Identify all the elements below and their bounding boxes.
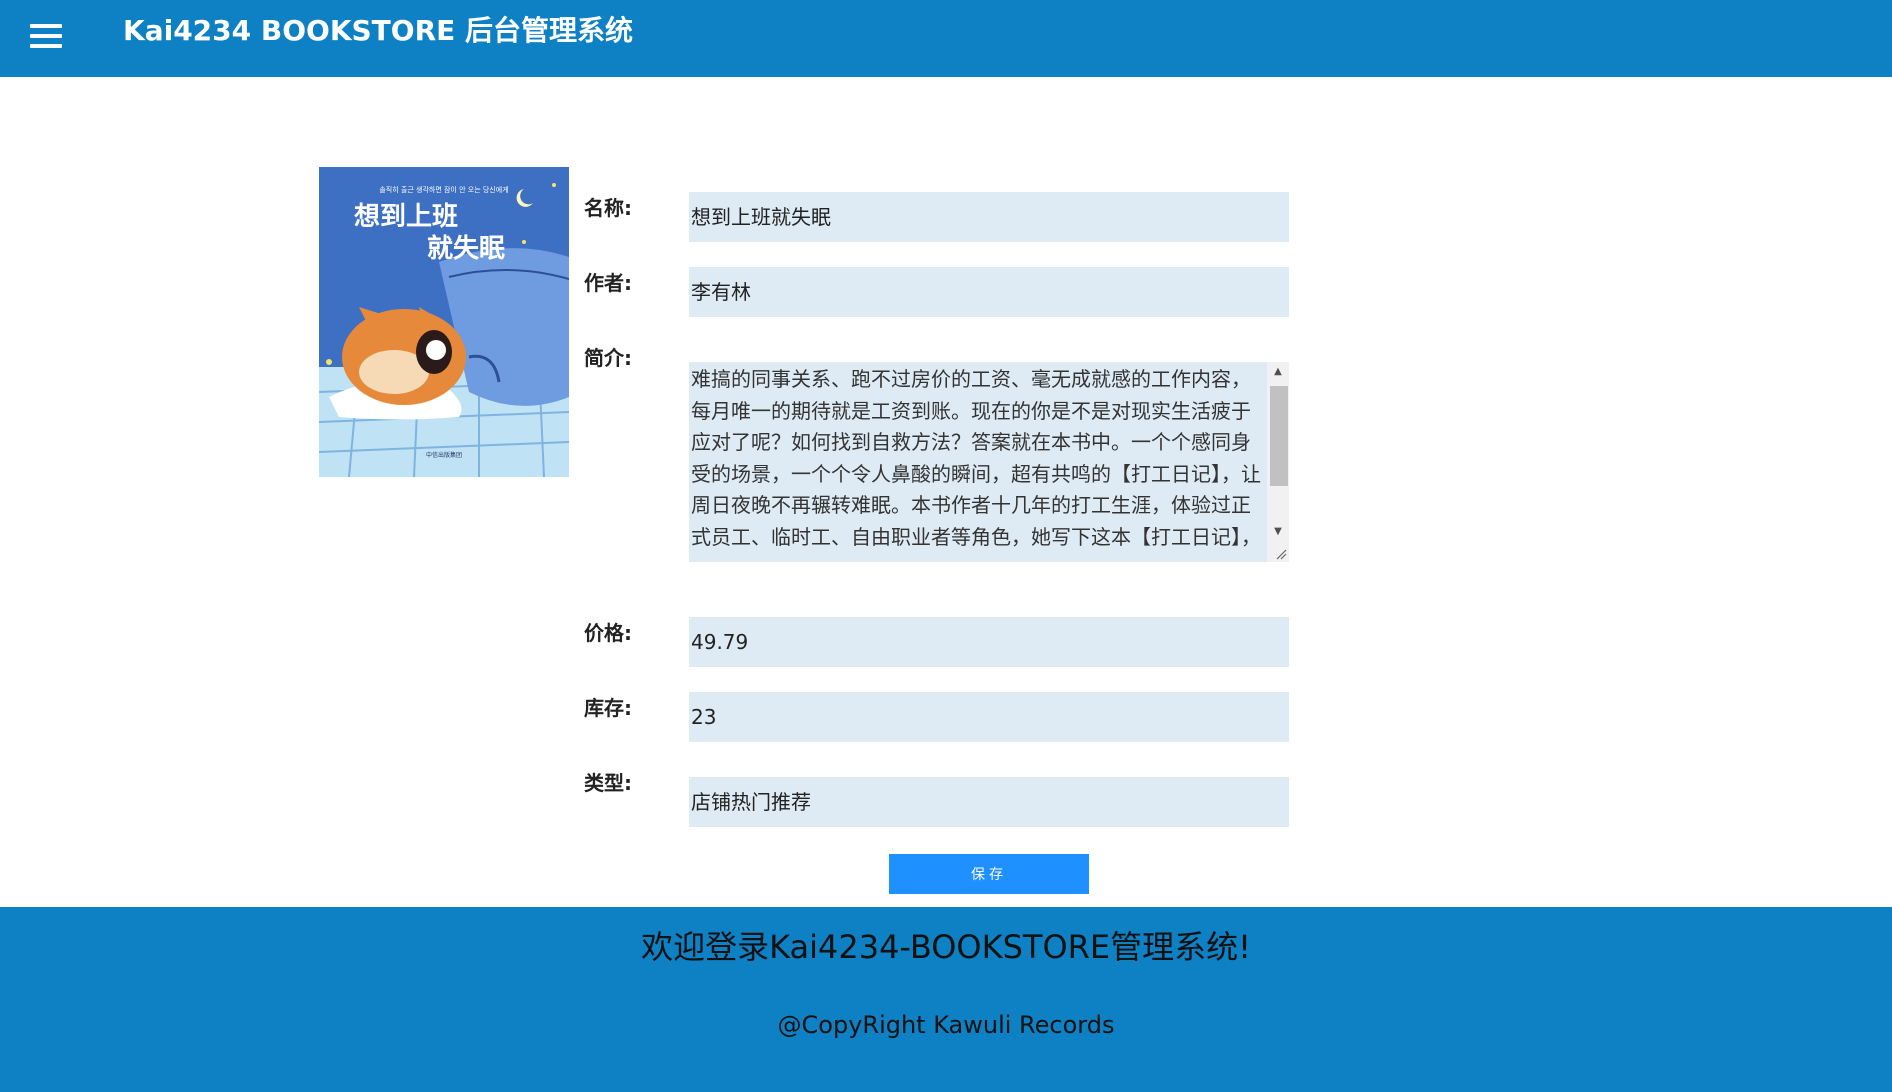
app-title: Kai4234 BOOKSTORE 后台管理系统 — [123, 14, 634, 47]
intro-text: 难搞的同事关系、跑不过房价的工资、毫无成就感的工作内容，每月唯一的期待就是工资到… — [691, 367, 1261, 549]
intro-textarea[interactable]: 难搞的同事关系、跑不过房价的工资、毫无成就感的工作内容，每月唯一的期待就是工资到… — [689, 362, 1289, 562]
scroll-up-arrow-icon[interactable]: ▲ — [1267, 362, 1289, 382]
cover-subtitle: 솔직히 출근 생각하면 잠이 안 오는 당신에게 — [379, 185, 508, 194]
book-cover-image: 솔직히 출근 생각하면 잠이 안 오는 당신에게 想到上班 就失眠 中信出版集团 — [319, 167, 569, 477]
scroll-down-arrow-icon[interactable]: ▼ — [1267, 522, 1289, 542]
footer-copyright: @CopyRight Kawuli Records — [777, 1011, 1115, 1039]
author-label: 作者: — [584, 271, 632, 295]
name-label: 名称: — [584, 196, 632, 220]
intro-label: 简介: — [584, 346, 632, 370]
intro-scrollbar[interactable]: ▲ ▼ — [1267, 362, 1289, 562]
cover-title-line1: 想到上班 — [354, 202, 458, 232]
name-field[interactable] — [689, 192, 1289, 242]
footer: 欢迎登录Kai4234-BOOKSTORE管理系统! @CopyRight Ka… — [0, 907, 1892, 1092]
scroll-thumb[interactable] — [1270, 386, 1288, 486]
stock-label: 库存: — [584, 696, 632, 720]
stock-field[interactable] — [689, 692, 1289, 742]
cover-title-line2: 就失眠 — [427, 234, 505, 264]
footer-welcome: 欢迎登录Kai4234-BOOKSTORE管理系统! — [641, 928, 1251, 966]
price-label: 价格: — [584, 621, 632, 645]
type-label: 类型: — [584, 771, 632, 795]
cover-publisher: 中信出版集团 — [426, 451, 462, 459]
resize-grip-icon[interactable] — [1273, 546, 1287, 560]
type-field[interactable] — [689, 777, 1289, 827]
author-field[interactable] — [689, 267, 1289, 317]
hamburger-menu-icon[interactable] — [30, 24, 62, 52]
top-header: Kai4234 BOOKSTORE 后台管理系统 — [0, 0, 1892, 77]
price-field[interactable] — [689, 617, 1289, 667]
save-button[interactable]: 保存 — [889, 854, 1089, 894]
